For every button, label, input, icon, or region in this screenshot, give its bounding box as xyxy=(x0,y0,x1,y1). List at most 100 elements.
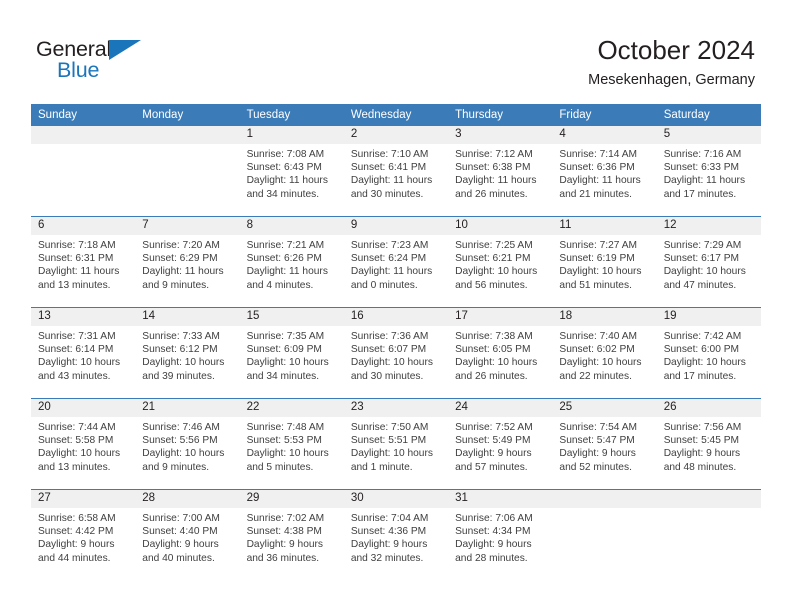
sunrise-text: Sunrise: 7:27 AM xyxy=(559,240,637,251)
sunset-text: Sunset: 5:58 PM xyxy=(38,435,114,447)
daylight-text-line2: and 47 minutes. xyxy=(663,279,737,291)
day-details: Sunrise: 7:21 AM Sunset: 6:26 PM Dayligh… xyxy=(240,235,344,292)
day-cell[interactable]: 22 Sunrise: 7:48 AM Sunset: 5:53 PM Dayl… xyxy=(239,398,344,490)
day-cell[interactable]: 27 Sunrise: 6:58 AM Sunset: 4:42 PM Dayl… xyxy=(31,489,136,580)
daylight-text-line2: and 30 minutes. xyxy=(350,370,424,382)
daylight-text-line2: and 34 minutes. xyxy=(246,188,320,200)
day-cell[interactable]: 25 Sunrise: 7:54 AM Sunset: 5:47 PM Dayl… xyxy=(552,398,657,490)
day-cell[interactable]: 10 Sunrise: 7:25 AM Sunset: 6:21 PM Dayl… xyxy=(448,216,553,308)
sunset-text: Sunset: 5:49 PM xyxy=(455,435,531,447)
day-details: Sunrise: 7:20 AM Sunset: 6:29 PM Dayligh… xyxy=(135,235,239,292)
day-details: Sunrise: 7:42 AM Sunset: 6:00 PM Dayligh… xyxy=(657,326,761,383)
day-cell[interactable]: 3 Sunrise: 7:12 AM Sunset: 6:38 PM Dayli… xyxy=(448,126,553,217)
day-details: Sunrise: 7:16 AM Sunset: 6:33 PM Dayligh… xyxy=(657,144,761,201)
daylight-text-line1: Daylight: 9 hours xyxy=(455,539,532,551)
day-cell[interactable]: 5 Sunrise: 7:16 AM Sunset: 6:33 PM Dayli… xyxy=(656,126,761,217)
daylight-text-line1: Daylight: 9 hours xyxy=(246,539,324,551)
sunset-text: Sunset: 4:38 PM xyxy=(246,526,322,538)
day-cell[interactable]: 30 Sunrise: 7:04 AM Sunset: 4:36 PM Dayl… xyxy=(343,489,449,580)
day-cell[interactable]: 23 Sunrise: 7:50 AM Sunset: 5:51 PM Dayl… xyxy=(343,398,449,490)
daylight-text-line2: and 9 minutes. xyxy=(142,279,210,291)
daylight-text-line1: Daylight: 10 hours xyxy=(246,448,329,460)
day-cell[interactable]: 12 Sunrise: 7:29 AM Sunset: 6:17 PM Dayl… xyxy=(656,216,761,308)
day-cell[interactable] xyxy=(656,489,761,580)
day-cell[interactable]: 6 Sunrise: 7:18 AM Sunset: 6:31 PM Dayli… xyxy=(31,216,136,308)
daylight-text-line2: and 44 minutes. xyxy=(38,552,111,564)
day-cell[interactable] xyxy=(135,126,240,217)
day-cell[interactable]: 29 Sunrise: 7:02 AM Sunset: 4:38 PM Dayl… xyxy=(239,489,344,580)
sunset-text: Sunset: 6:12 PM xyxy=(142,344,218,356)
calendar-header-row: Sunday Monday Tuesday Wednesday Thursday… xyxy=(31,104,761,126)
day-cell[interactable]: 28 Sunrise: 7:00 AM Sunset: 4:40 PM Dayl… xyxy=(135,489,240,580)
sunrise-text: Sunrise: 7:48 AM xyxy=(246,422,325,433)
week-row: 13 Sunrise: 7:31 AM Sunset: 6:14 PM Dayl… xyxy=(31,307,761,399)
day-number: 31 xyxy=(448,490,553,508)
day-number: 18 xyxy=(552,308,657,326)
sunset-text: Sunset: 4:42 PM xyxy=(38,526,114,538)
day-cell[interactable]: 7 Sunrise: 7:20 AM Sunset: 6:29 PM Dayli… xyxy=(135,216,240,308)
daylight-text-line1: Daylight: 11 hours xyxy=(559,175,641,187)
calendar-grid: Sunday Monday Tuesday Wednesday Thursday… xyxy=(31,104,761,580)
day-cell[interactable]: 13 Sunrise: 7:31 AM Sunset: 6:14 PM Dayl… xyxy=(31,307,136,399)
day-cell[interactable]: 11 Sunrise: 7:27 AM Sunset: 6:19 PM Dayl… xyxy=(552,216,657,308)
day-details: Sunrise: 7:54 AM Sunset: 5:47 PM Dayligh… xyxy=(552,417,656,474)
daylight-text-line2: and 26 minutes. xyxy=(455,370,528,382)
sunset-text: Sunset: 6:02 PM xyxy=(559,344,635,356)
weekday-header-tuesday: Tuesday xyxy=(239,104,344,126)
sunset-text: Sunset: 6:31 PM xyxy=(38,253,114,265)
sunset-text: Sunset: 6:38 PM xyxy=(455,162,531,174)
sunset-text: Sunset: 5:56 PM xyxy=(142,435,218,447)
weekday-header-friday: Friday xyxy=(552,104,657,126)
day-details xyxy=(135,144,239,148)
day-cell[interactable]: 17 Sunrise: 7:38 AM Sunset: 6:05 PM Dayl… xyxy=(448,307,553,399)
daylight-text-line1: Daylight: 11 hours xyxy=(663,175,746,187)
daylight-text-line1: Daylight: 11 hours xyxy=(38,266,120,278)
day-cell[interactable]: 4 Sunrise: 7:14 AM Sunset: 6:36 PM Dayli… xyxy=(552,126,657,217)
day-details: Sunrise: 7:00 AM Sunset: 4:40 PM Dayligh… xyxy=(135,508,239,565)
daylight-text-line1: Daylight: 9 hours xyxy=(559,448,636,460)
day-cell[interactable]: 15 Sunrise: 7:35 AM Sunset: 6:09 PM Dayl… xyxy=(239,307,344,399)
sunrise-text: Sunrise: 7:52 AM xyxy=(455,422,533,433)
sunrise-text: Sunrise: 7:12 AM xyxy=(455,149,533,160)
page-header: General Blue October 2024 Mesekenhagen, … xyxy=(0,0,792,104)
day-cell[interactable]: 16 Sunrise: 7:36 AM Sunset: 6:07 PM Dayl… xyxy=(343,307,449,399)
day-cell[interactable] xyxy=(552,489,657,580)
daylight-text-line1: Daylight: 11 hours xyxy=(350,266,433,278)
day-cell[interactable]: 26 Sunrise: 7:56 AM Sunset: 5:45 PM Dayl… xyxy=(656,398,761,490)
day-number: 22 xyxy=(239,399,344,417)
sunrise-text: Sunrise: 7:36 AM xyxy=(350,331,429,342)
day-cell[interactable]: 14 Sunrise: 7:33 AM Sunset: 6:12 PM Dayl… xyxy=(135,307,240,399)
day-cell[interactable]: 19 Sunrise: 7:42 AM Sunset: 6:00 PM Dayl… xyxy=(656,307,761,399)
day-details: Sunrise: 6:58 AM Sunset: 4:42 PM Dayligh… xyxy=(31,508,135,565)
day-number: 14 xyxy=(135,308,240,326)
day-cell[interactable]: 2 Sunrise: 7:10 AM Sunset: 6:41 PM Dayli… xyxy=(343,126,449,217)
day-cell[interactable]: 21 Sunrise: 7:46 AM Sunset: 5:56 PM Dayl… xyxy=(135,398,240,490)
day-cell[interactable]: 24 Sunrise: 7:52 AM Sunset: 5:49 PM Dayl… xyxy=(448,398,553,490)
generalblue-logo[interactable]: General Blue xyxy=(36,37,176,89)
logo-text-blue: Blue xyxy=(57,58,100,82)
day-number: 29 xyxy=(239,490,344,508)
sunset-text: Sunset: 6:33 PM xyxy=(663,162,740,174)
sunrise-text: Sunrise: 7:33 AM xyxy=(142,331,220,342)
day-cell[interactable]: 31 Sunrise: 7:06 AM Sunset: 4:34 PM Dayl… xyxy=(448,489,553,580)
sunset-text: Sunset: 4:34 PM xyxy=(455,526,531,538)
sunrise-text: Sunrise: 7:06 AM xyxy=(455,513,533,524)
day-cell[interactable] xyxy=(31,126,136,217)
day-details: Sunrise: 7:25 AM Sunset: 6:21 PM Dayligh… xyxy=(448,235,552,292)
day-details: Sunrise: 7:10 AM Sunset: 6:41 PM Dayligh… xyxy=(344,144,448,201)
daylight-text-line1: Daylight: 10 hours xyxy=(246,357,329,369)
day-number: 5 xyxy=(656,126,761,144)
day-cell[interactable]: 9 Sunrise: 7:23 AM Sunset: 6:24 PM Dayli… xyxy=(343,216,449,308)
day-cell[interactable]: 8 Sunrise: 7:21 AM Sunset: 6:26 PM Dayli… xyxy=(239,216,344,308)
day-cell[interactable]: 18 Sunrise: 7:40 AM Sunset: 6:02 PM Dayl… xyxy=(552,307,657,399)
day-cell[interactable]: 1 Sunrise: 7:08 AM Sunset: 6:43 PM Dayli… xyxy=(239,126,344,217)
day-cell[interactable]: 20 Sunrise: 7:44 AM Sunset: 5:58 PM Dayl… xyxy=(31,398,136,490)
sunrise-text: Sunrise: 7:23 AM xyxy=(350,240,429,251)
weekday-header-monday: Monday xyxy=(135,104,240,126)
day-details: Sunrise: 7:27 AM Sunset: 6:19 PM Dayligh… xyxy=(552,235,656,292)
daylight-text-line2: and 13 minutes. xyxy=(38,461,111,473)
sunset-text: Sunset: 6:41 PM xyxy=(350,162,427,174)
day-number: 21 xyxy=(135,399,240,417)
day-details: Sunrise: 7:33 AM Sunset: 6:12 PM Dayligh… xyxy=(135,326,239,383)
daylight-text-line1: Daylight: 9 hours xyxy=(38,539,115,551)
